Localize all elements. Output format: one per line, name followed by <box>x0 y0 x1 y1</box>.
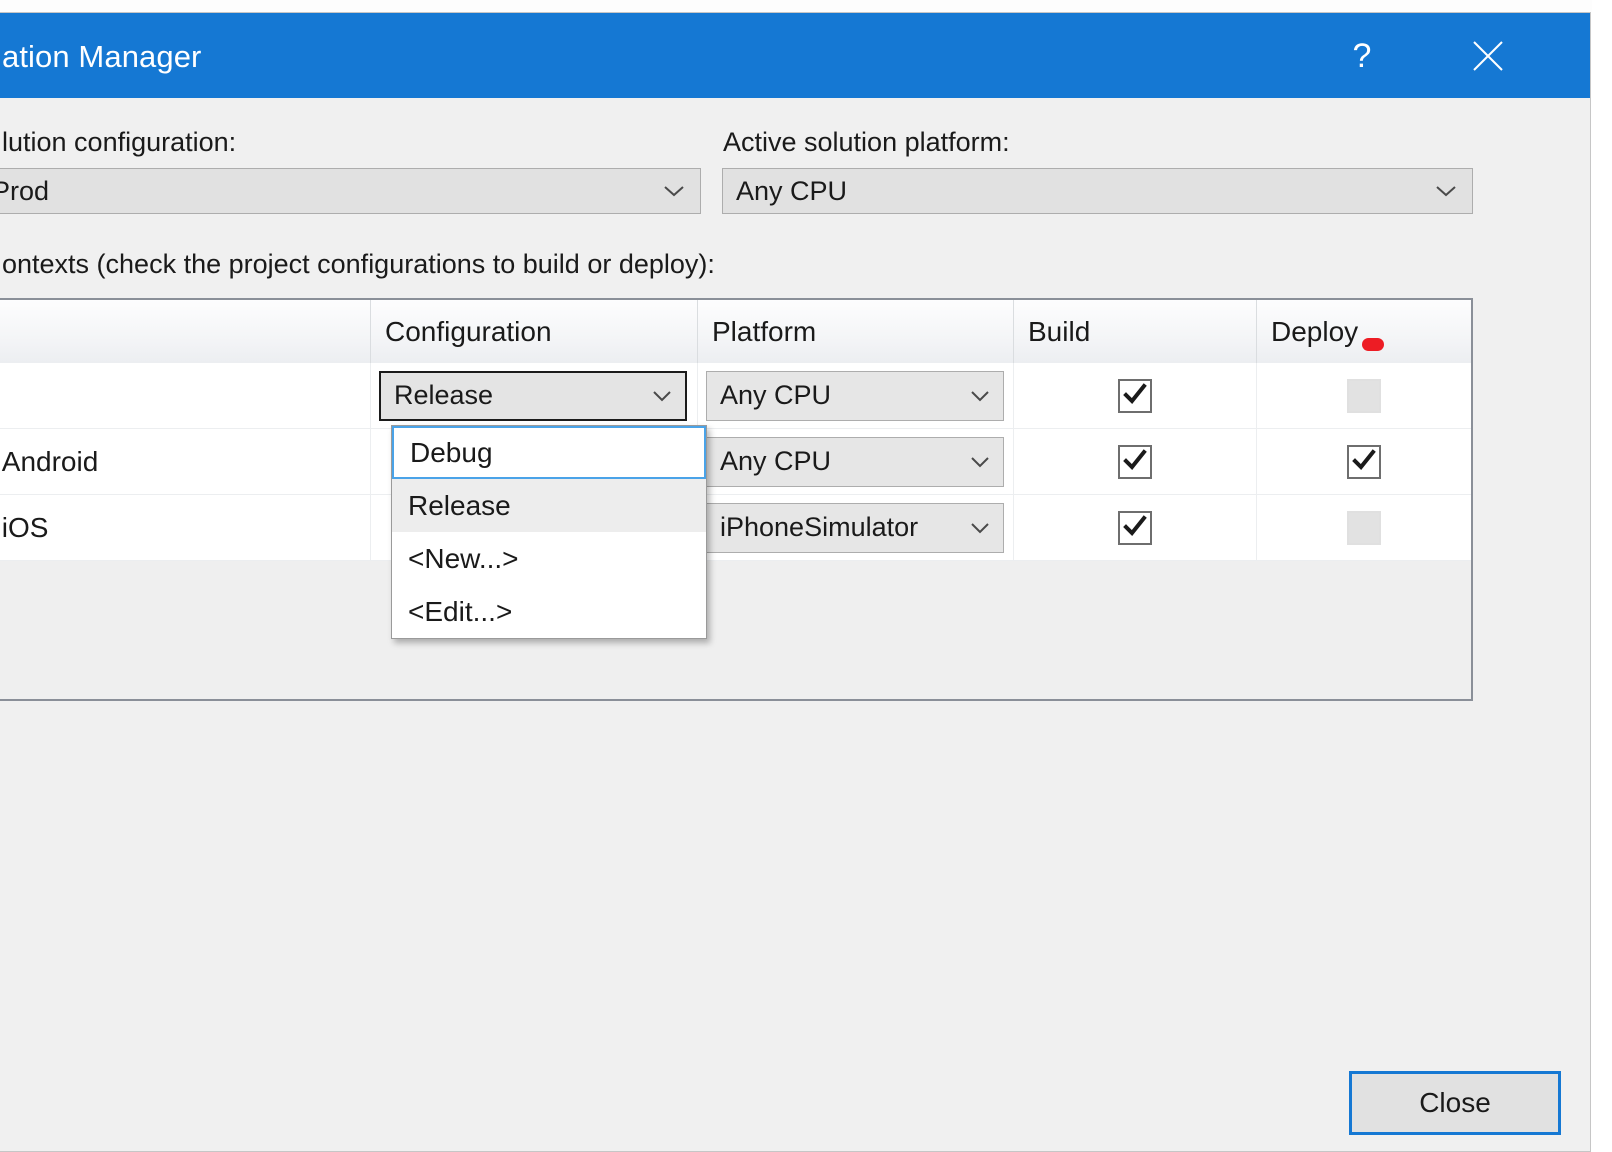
column-header-deploy-label: Deploy <box>1271 315 1359 347</box>
configuration-manager-dialog: ation Manager ? lution configuration: Pr… <box>0 12 1591 1152</box>
deploy-red-dot-annotation <box>1362 338 1384 351</box>
close-x-icon <box>1471 39 1505 73</box>
project-name: .iOS <box>0 511 49 543</box>
column-header-platform-label: Platform <box>712 315 817 347</box>
title-bar-close-button[interactable] <box>1445 13 1531 98</box>
deploy-checkbox[interactable] <box>1347 444 1381 479</box>
active-solution-configuration-value: Prod <box>0 175 50 206</box>
cell-deploy <box>1257 429 1471 494</box>
column-header-configuration-label: Configuration <box>385 315 552 347</box>
dropdown-item-label: Debug <box>410 436 493 468</box>
chevron-down-icon <box>969 455 991 469</box>
chevron-down-icon <box>651 389 673 403</box>
column-header-configuration[interactable]: Configuration <box>371 300 698 363</box>
row-configuration-combobox[interactable]: Release <box>379 370 687 421</box>
column-header-build-label: Build <box>1028 315 1091 347</box>
row-platform-combobox[interactable]: Any CPU <box>706 370 1004 421</box>
dropdown-item-new[interactable]: <New...> <box>392 532 706 585</box>
table-row[interactable]: .Android Debug Any CPU <box>0 429 1471 495</box>
grid-header-row: Configuration Platform Build Deploy <box>0 300 1471 364</box>
row-platform-combobox[interactable]: iPhoneSimulator <box>706 502 1004 553</box>
project-contexts-grid: Configuration Platform Build Deploy Rele… <box>0 298 1473 701</box>
cell-platform: Any CPU <box>698 363 1014 428</box>
active-solution-configuration-combobox[interactable]: Prod <box>0 168 701 214</box>
build-checkbox[interactable] <box>1118 510 1152 545</box>
close-button-label: Close <box>1419 1087 1491 1118</box>
dialog-title: ation Manager <box>2 39 202 74</box>
active-solution-platform-label: Active solution platform: <box>723 127 1010 157</box>
dropdown-item-release[interactable]: Release <box>392 479 706 532</box>
table-row[interactable]: .iOS Debug iPhoneSimulator <box>0 495 1471 561</box>
column-header-project[interactable] <box>0 300 371 363</box>
table-row[interactable]: Release Any CPU <box>0 363 1471 429</box>
active-solution-configuration-label: lution configuration: <box>2 127 237 157</box>
desktop-top-strip <box>0 0 1612 12</box>
build-checkbox[interactable] <box>1118 378 1152 413</box>
row-platform-combobox[interactable]: Any CPU <box>706 436 1004 487</box>
help-button[interactable]: ? <box>1319 13 1405 98</box>
project-name: .Android <box>0 445 99 477</box>
dropdown-item-label: <New...> <box>408 542 519 574</box>
cell-configuration: Release <box>371 363 698 428</box>
cell-build <box>1014 429 1257 494</box>
cell-build <box>1014 495 1257 560</box>
row-platform-value: Any CPU <box>720 446 832 476</box>
build-checkbox[interactable] <box>1118 444 1152 479</box>
deploy-checkbox <box>1347 510 1381 545</box>
row-platform-value: Any CPU <box>720 380 832 410</box>
active-solution-platform-value: Any CPU <box>736 175 848 206</box>
column-header-build[interactable]: Build <box>1014 300 1257 363</box>
column-header-deploy[interactable]: Deploy <box>1257 300 1471 363</box>
chevron-down-icon <box>1434 183 1458 199</box>
chevron-down-icon <box>662 183 686 199</box>
cell-build <box>1014 363 1257 428</box>
deploy-checkbox <box>1347 378 1381 413</box>
dropdown-item-debug[interactable]: Debug <box>392 426 706 479</box>
project-contexts-label: ontexts (check the project configuration… <box>2 249 715 279</box>
cell-deploy <box>1257 363 1471 428</box>
cell-platform: Any CPU <box>698 429 1014 494</box>
cell-project: .Android <box>0 429 371 494</box>
cell-project <box>0 363 371 428</box>
desktop-right-strip <box>1592 0 1612 1128</box>
dropdown-item-label: Release <box>408 489 511 521</box>
active-solution-platform-combobox[interactable]: Any CPU <box>722 168 1473 214</box>
row-configuration-value: Release <box>394 380 494 410</box>
configuration-dropdown-popup[interactable]: Debug Release <New...> <Edit...> <box>391 425 707 639</box>
question-mark-icon: ? <box>1352 36 1372 75</box>
dropdown-item-edit[interactable]: <Edit...> <box>392 585 706 638</box>
screen: ation Manager ? lution configuration: Pr… <box>0 0 1612 1152</box>
chevron-down-icon <box>969 521 991 535</box>
cell-deploy <box>1257 495 1471 560</box>
chevron-down-icon <box>969 389 991 403</box>
cell-project: .iOS <box>0 495 371 560</box>
row-platform-value: iPhoneSimulator <box>720 512 919 542</box>
cell-platform: iPhoneSimulator <box>698 495 1014 560</box>
column-header-platform[interactable]: Platform <box>698 300 1014 363</box>
close-button[interactable]: Close <box>1349 1071 1561 1135</box>
dialog-title-bar: ation Manager ? <box>0 13 1590 98</box>
dropdown-item-label: <Edit...> <box>408 595 513 627</box>
